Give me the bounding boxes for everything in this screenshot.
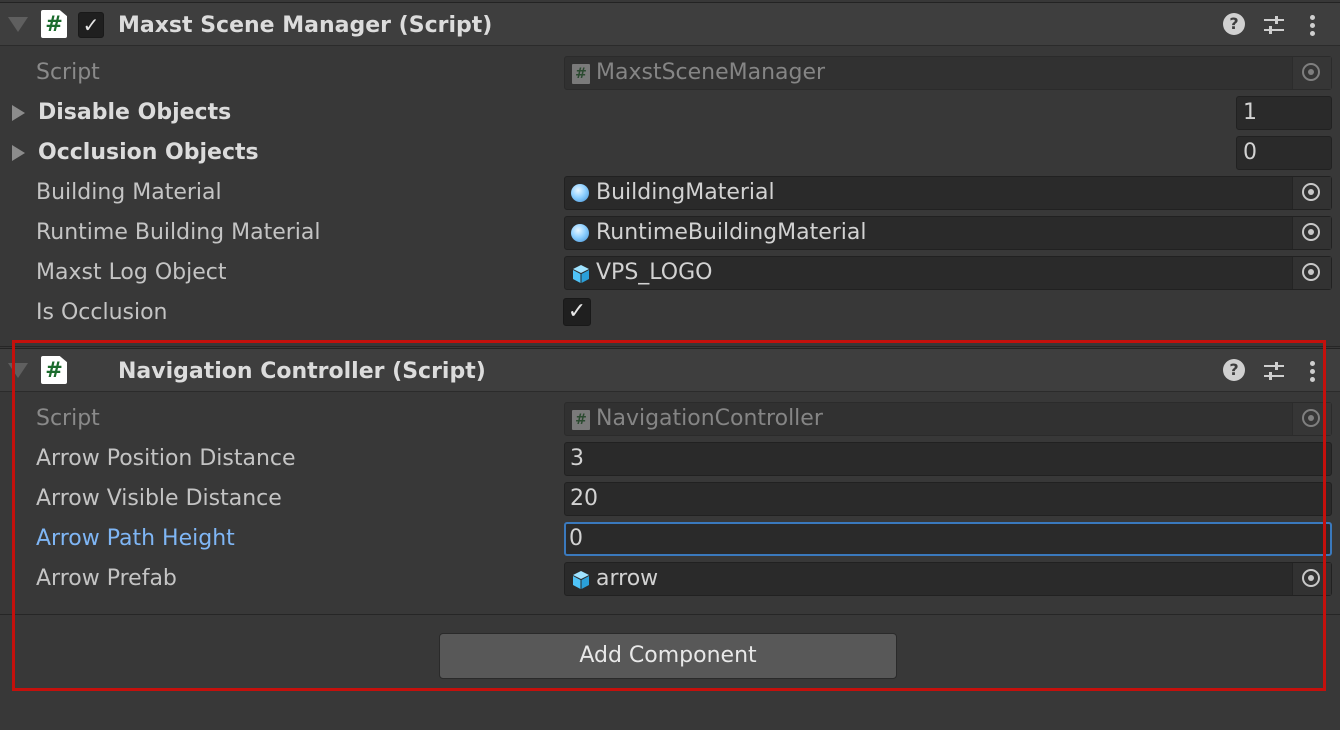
material-sphere-icon: [571, 184, 589, 202]
property-label[interactable]: Occlusion Objects: [38, 139, 259, 167]
property-label: Arrow Position Distance: [36, 446, 296, 471]
property-label: Building Material: [36, 180, 222, 205]
script-file-icon: #: [572, 64, 590, 84]
property-row-maxst-log-object: Maxst Log Object VPS_LOGO: [0, 253, 1340, 293]
field-value: VPS_LOGO: [596, 260, 713, 285]
array-size-field[interactable]: 1: [1236, 96, 1332, 130]
property-label: Arrow Prefab: [36, 566, 177, 591]
component-header-maxst-scene-manager[interactable]: # ✓ Maxst Scene Manager (Script) ?: [0, 2, 1340, 46]
array-size-field[interactable]: 0: [1236, 136, 1332, 170]
property-label: Arrow Path Height: [36, 526, 235, 551]
property-row-runtime-building-material: Runtime Building Material RuntimeBuildin…: [0, 213, 1340, 253]
component-title: Maxst Scene Manager (Script): [118, 13, 493, 38]
field-value: 3: [570, 446, 584, 471]
object-picker-icon[interactable]: [1292, 563, 1331, 595]
arrow-visible-distance-input[interactable]: 20: [564, 482, 1332, 516]
script-object-field: # MaxstSceneManager: [564, 56, 1332, 90]
sliders-icon[interactable]: [1262, 359, 1286, 383]
arrow-path-height-input[interactable]: 0: [564, 522, 1332, 556]
material-sphere-icon: [571, 224, 589, 242]
is-occlusion-checkbox[interactable]: ✓: [563, 298, 591, 326]
sliders-icon[interactable]: [1262, 13, 1286, 37]
component-header-navigation-controller[interactable]: # Navigation Controller (Script) ?: [0, 348, 1340, 392]
add-component-button[interactable]: Add Component: [439, 633, 897, 679]
property-row-occlusion-objects[interactable]: Occlusion Objects 0: [0, 133, 1340, 173]
property-label: Maxst Log Object: [36, 260, 227, 285]
field-value: MaxstSceneManager: [596, 60, 826, 85]
arrow-position-distance-input[interactable]: 3: [564, 442, 1332, 476]
property-label: Is Occlusion: [36, 300, 168, 325]
property-label: Script: [36, 406, 100, 431]
material-object-field[interactable]: RuntimeBuildingMaterial: [564, 216, 1332, 250]
component-enabled-checkbox[interactable]: ✓: [78, 12, 104, 38]
gameobject-field[interactable]: VPS_LOGO: [564, 256, 1332, 290]
foldout-arrow-icon[interactable]: [8, 363, 28, 378]
field-value: 20: [570, 486, 598, 511]
expand-triangle-icon[interactable]: [12, 105, 25, 121]
object-picker-icon: [1292, 403, 1331, 435]
kebab-menu-icon[interactable]: [1310, 15, 1316, 39]
script-file-icon: #: [572, 410, 590, 430]
property-row-arrow-visible-distance: Arrow Visible Distance 20: [0, 479, 1340, 519]
property-row-is-occlusion: Is Occlusion ✓: [0, 293, 1340, 333]
property-row-arrow-prefab: Arrow Prefab arrow: [0, 559, 1340, 599]
object-picker-icon: [1292, 57, 1331, 89]
inspector-divider: [0, 614, 1340, 615]
script-icon: #: [41, 10, 67, 38]
help-icon[interactable]: ?: [1223, 13, 1245, 35]
property-row-arrow-position-distance: Arrow Position Distance 3: [0, 439, 1340, 479]
prefab-cube-icon: [573, 571, 589, 589]
object-picker-icon[interactable]: [1292, 217, 1331, 249]
help-icon[interactable]: ?: [1223, 359, 1245, 381]
field-value: RuntimeBuildingMaterial: [596, 220, 867, 245]
field-value: 0: [569, 526, 583, 551]
prefab-cube-icon: [573, 265, 589, 283]
property-label: Script: [36, 60, 100, 85]
property-row-script: Script # MaxstSceneManager: [0, 53, 1340, 93]
object-picker-icon[interactable]: [1292, 177, 1331, 209]
foldout-arrow-icon[interactable]: [8, 17, 28, 32]
property-row-script: Script # NavigationController: [0, 399, 1340, 439]
script-icon: #: [41, 356, 67, 384]
property-label: Runtime Building Material: [36, 220, 321, 245]
property-row-building-material: Building Material BuildingMaterial: [0, 173, 1340, 213]
material-object-field[interactable]: BuildingMaterial: [564, 176, 1332, 210]
component-title: Navigation Controller (Script): [118, 359, 486, 384]
property-row-arrow-path-height: Arrow Path Height 0: [0, 519, 1340, 559]
script-object-field: # NavigationController: [564, 402, 1332, 436]
component-divider: [0, 346, 1340, 347]
field-value: BuildingMaterial: [596, 180, 775, 205]
expand-triangle-icon[interactable]: [12, 145, 25, 161]
gameobject-field[interactable]: arrow: [564, 562, 1332, 596]
object-picker-icon[interactable]: [1292, 257, 1331, 289]
kebab-menu-icon[interactable]: [1310, 361, 1316, 385]
property-label: Arrow Visible Distance: [36, 486, 282, 511]
field-value: arrow: [596, 566, 659, 591]
property-row-disable-objects[interactable]: Disable Objects 1: [0, 93, 1340, 133]
property-label[interactable]: Disable Objects: [38, 99, 231, 127]
field-value: NavigationController: [596, 406, 823, 431]
